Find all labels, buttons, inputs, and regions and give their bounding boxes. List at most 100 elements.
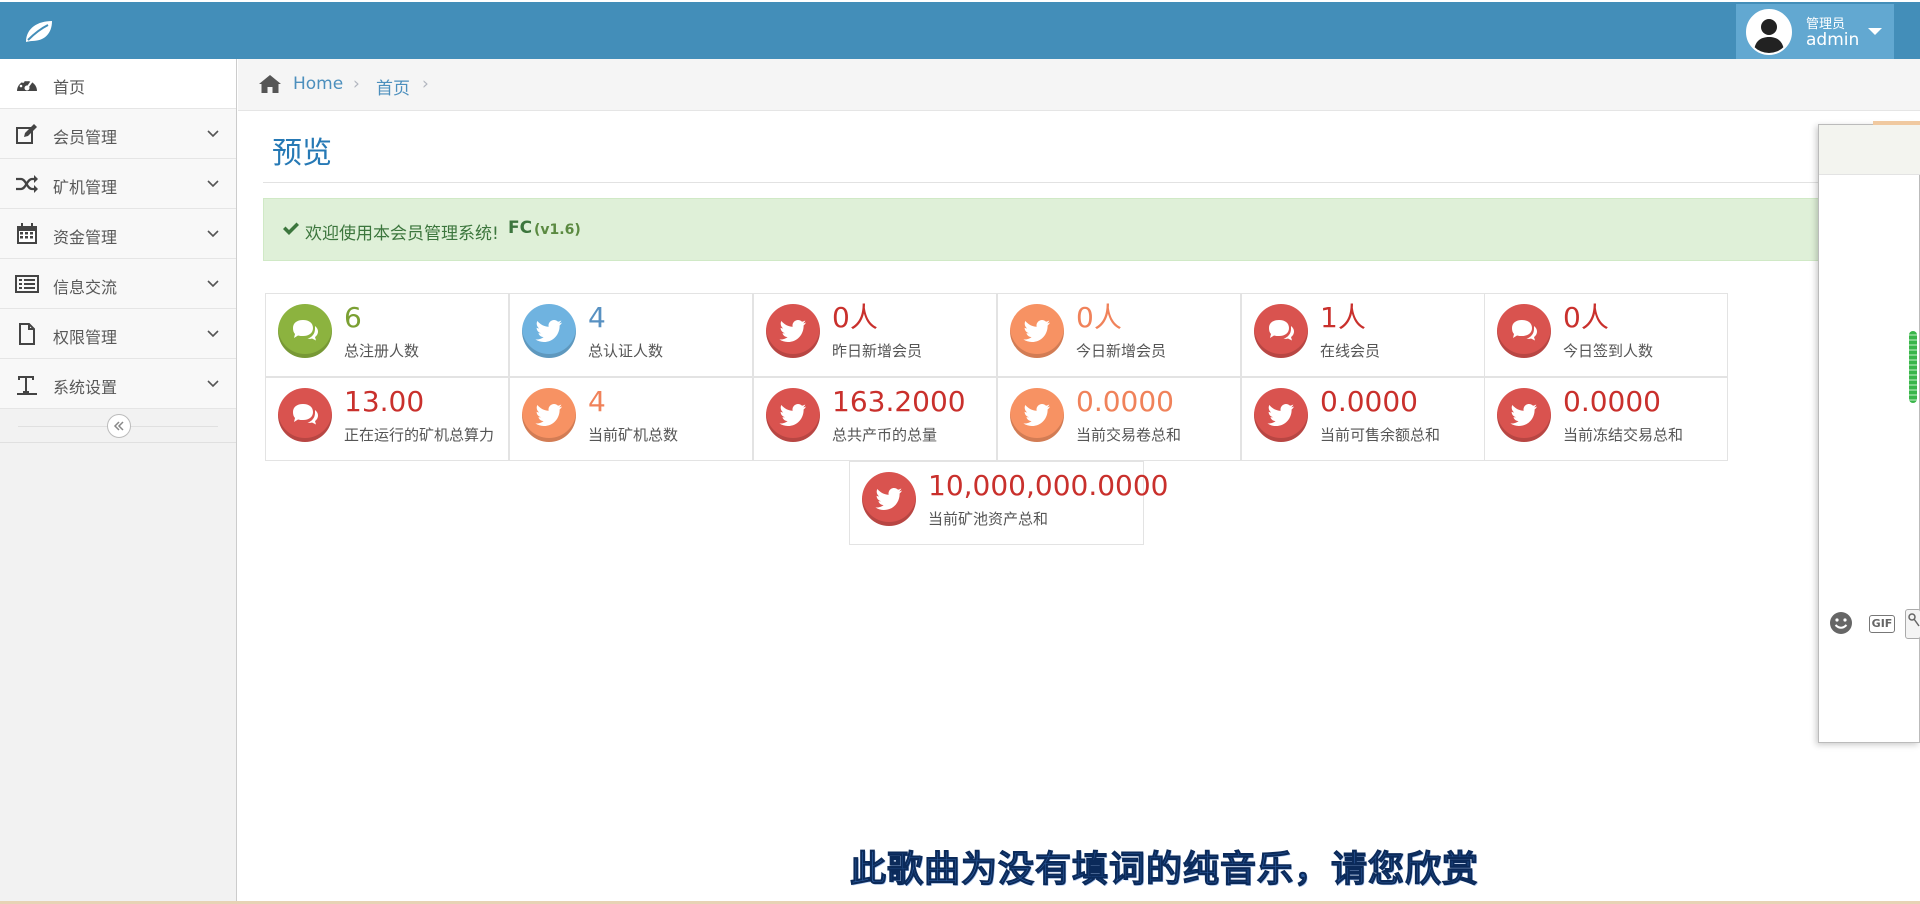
- sidebar-item-label: 信息交流: [53, 278, 118, 297]
- sidebar-item-home[interactable]: 首页: [0, 59, 236, 109]
- stat-value: 6: [344, 301, 362, 334]
- stat-box: 10,000,000.0000 当前矿池资产总和: [849, 461, 1168, 545]
- twitter-icon: [522, 388, 576, 442]
- stat-box: 0人今日签到人数: [1484, 293, 1728, 377]
- breadcrumb-separator: ›: [353, 74, 360, 94]
- stat-box: 4 总认证人数: [509, 293, 753, 377]
- user-name: admin: [1806, 30, 1860, 50]
- stat-value: 0.0000: [1563, 385, 1661, 418]
- sidebar-item-settings[interactable]: 系统设置: [0, 359, 236, 409]
- stat-label: 当前冻结交易总和: [1563, 426, 1684, 444]
- twitter-icon: [1010, 388, 1064, 442]
- dashboard-icon: [15, 73, 39, 95]
- stat-value: 13.00: [344, 385, 425, 418]
- sidebar-item-members[interactable]: 会员管理: [0, 109, 236, 159]
- twitter-icon: [1254, 388, 1308, 442]
- caret-down-icon: [1868, 28, 1882, 35]
- sidebar-item-miners[interactable]: 矿机管理: [0, 159, 236, 209]
- sidebar-item-label: 系统设置: [53, 378, 118, 397]
- sidebar-item-label: 资金管理: [53, 228, 118, 247]
- stat-label: 在线会员: [1320, 342, 1381, 360]
- sidebar-item-label: 权限管理: [53, 328, 118, 347]
- stat-label: 当前交易卷总和: [1076, 426, 1182, 444]
- sidebar-item-label: 会员管理: [53, 128, 118, 147]
- comments-icon: [1254, 304, 1308, 358]
- edit-icon: [15, 123, 39, 145]
- chevron-down-icon: [206, 226, 220, 240]
- sidebar-item-permissions[interactable]: 权限管理: [0, 309, 236, 359]
- stat-box: 0.0000 当前交易卷总和: [997, 377, 1241, 461]
- chevron-down-icon: [206, 126, 220, 140]
- chevron-down-icon: [206, 376, 220, 390]
- comments-icon: [1497, 304, 1551, 358]
- chat-scrollbar[interactable]: [1909, 331, 1917, 403]
- stat-value: 0人: [1563, 301, 1609, 334]
- stat-label: 昨日新增会员: [832, 342, 923, 360]
- stat-value: 10,000,000.0000: [928, 469, 1169, 502]
- stat-value: 0人: [1076, 301, 1122, 334]
- alert-message: 欢迎使用本会员管理系统!: [305, 224, 499, 244]
- breadcrumb-separator: ›: [422, 74, 429, 94]
- twitter-icon: [766, 304, 820, 358]
- stat-box: 163.2000 总共产币的总量: [753, 377, 997, 461]
- welcome-alert: 欢迎使用本会员管理系统! FC (v1.6): [263, 198, 1823, 261]
- user-menu[interactable]: 管理员 admin: [1736, 4, 1894, 59]
- text-icon: [15, 373, 39, 395]
- check-icon: [282, 221, 300, 237]
- stat-value: 0.0000: [1076, 385, 1174, 418]
- chevron-down-icon: [206, 276, 220, 290]
- twitter-icon: [766, 388, 820, 442]
- leaf-icon[interactable]: [20, 16, 58, 46]
- breadcrumb: Home › 首页 ›: [238, 59, 1920, 111]
- stat-label: 总认证人数: [588, 342, 664, 360]
- stat-label: 当前矿池资产总和: [928, 510, 1049, 528]
- calendar-icon: [15, 223, 39, 245]
- breadcrumb-current[interactable]: 首页: [376, 74, 410, 99]
- stat-value: 0.0000: [1320, 385, 1418, 418]
- top-navbar: 管理员 admin: [0, 2, 1920, 59]
- sidebar-item-funds[interactable]: 资金管理: [0, 209, 236, 259]
- gif-button[interactable]: GIF: [1869, 615, 1895, 633]
- twitter-icon: [522, 304, 576, 358]
- stat-value: 4: [588, 385, 606, 418]
- stat-box: 0人今日新增会员: [997, 293, 1241, 377]
- double-angle-left-icon[interactable]: [107, 414, 131, 438]
- file-icon: [15, 323, 39, 345]
- sidebar-collapse: [0, 409, 236, 443]
- home-icon: [258, 73, 282, 95]
- stat-label: 当前可售余额总和: [1320, 426, 1441, 444]
- stat-box: 0.0000 当前冻结交易总和: [1484, 377, 1728, 461]
- sidebar-item-messages[interactable]: 信息交流: [0, 259, 236, 309]
- stat-label: 今日签到人数: [1563, 342, 1654, 360]
- stat-box: 4 当前矿机总数: [509, 377, 753, 461]
- comments-icon: [278, 304, 332, 358]
- sidebar-item-label: 首页: [53, 78, 86, 97]
- stat-value: 1人: [1320, 301, 1366, 334]
- stat-label: 总注册人数: [344, 342, 420, 360]
- stat-label: 当前矿机总数: [588, 426, 679, 444]
- twitter-icon: [1497, 388, 1551, 442]
- stat-value: 0人: [832, 301, 878, 334]
- sidebar: 首页 会员管理 矿机管理 资金管理 信息交流 权限管理 系统设置: [0, 59, 237, 904]
- page-title: 预览: [272, 136, 332, 171]
- twitter-icon: [1010, 304, 1064, 358]
- stat-label: 今日新增会员: [1076, 342, 1167, 360]
- emoji-icon[interactable]: [1829, 611, 1853, 635]
- stat-box: 6 总注册人数: [265, 293, 509, 377]
- sidebar-item-label: 矿机管理: [53, 178, 118, 197]
- comments-icon: [278, 388, 332, 442]
- chevron-down-icon: [206, 176, 220, 190]
- stat-value: 163.2000: [832, 385, 966, 418]
- alert-version: (v1.6): [534, 222, 581, 238]
- lyrics-subtitle: 此歌曲为没有填词的纯音乐，请您欣赏: [849, 849, 1480, 891]
- stat-label: 正在运行的矿机总算力: [344, 426, 495, 444]
- chevron-down-icon: [206, 326, 220, 340]
- breadcrumb-home-link[interactable]: Home: [293, 74, 343, 94]
- chat-panel: GIF: [1818, 121, 1920, 743]
- alert-brand: FC: [508, 218, 533, 238]
- scissors-icon[interactable]: [1905, 609, 1920, 639]
- chat-header: [1819, 125, 1920, 175]
- stat-box: 1人在线会员: [1241, 293, 1485, 377]
- stat-label: 总共产币的总量: [832, 426, 938, 444]
- list-icon: [15, 273, 39, 295]
